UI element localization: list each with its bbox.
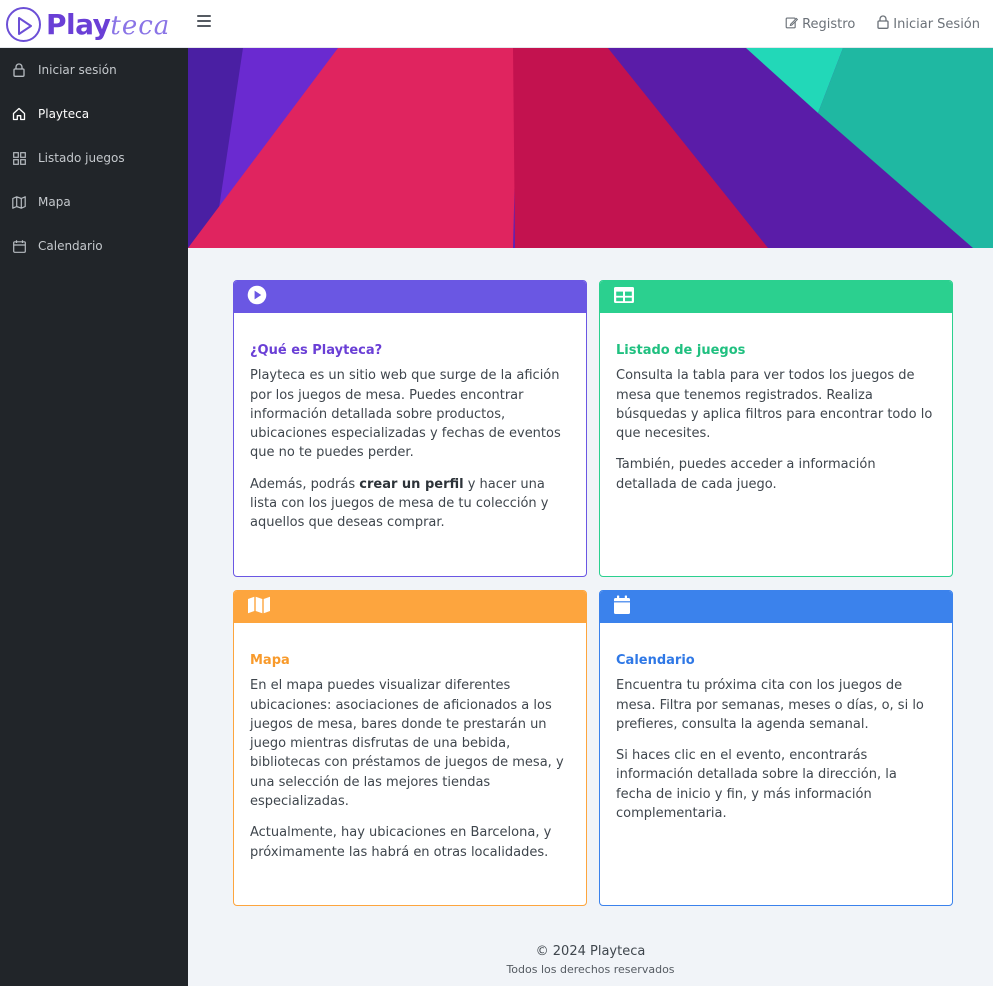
map-card: Mapa En el mapa puedes visualizar difere… (233, 590, 587, 906)
register-link[interactable]: Registro (785, 15, 855, 33)
about-card: ¿Qué es Playteca? Playteca es un sitio w… (233, 280, 587, 577)
card-title: Listado de juegos (616, 343, 746, 358)
sidebar-item-label: Mapa (38, 195, 71, 209)
login-label: Iniciar Sesión (893, 16, 980, 32)
card-text: Playteca es un sitio web que surge de la… (250, 368, 561, 461)
create-profile-emphasis: crear un perfil (359, 476, 464, 492)
map-icon (12, 195, 26, 209)
card-header (234, 281, 586, 313)
footer: © 2024 Playteca Todos los derechos reser… (188, 944, 993, 976)
sidebar-item-listado-juegos[interactable]: Listado juegos (0, 136, 188, 180)
calendar-card: Calendario Encuentra tu próxima cita con… (599, 590, 953, 906)
sidebar-item-label: Listado juegos (38, 151, 125, 165)
edit-icon (785, 16, 799, 33)
footer-rights: Todos los derechos reservados (506, 963, 675, 976)
card-text: Si haces clic en el evento, encontrarás … (616, 748, 897, 822)
card-text: Actualmente, hay ubicaciones en Barcelon… (250, 825, 552, 860)
card-header (600, 281, 952, 313)
sidebar: Iniciar sesión Playteca Listado juegos M… (0, 48, 188, 986)
calendar-icon (613, 595, 631, 619)
card-header (234, 591, 586, 623)
play-circle-icon (6, 6, 41, 42)
card-text: También, puedes acceder a información de… (616, 457, 876, 492)
card-text: Encuentra tu próxima cita con los juegos… (616, 678, 924, 732)
lock-icon (877, 15, 889, 33)
card-header (600, 591, 952, 623)
map-icon (247, 596, 271, 618)
hero-banner (188, 48, 993, 248)
logo-text: Playteca (46, 7, 171, 41)
menu-toggle-button[interactable] (197, 15, 211, 29)
card-text: Consulta la tabla para ver todos los jue… (616, 368, 933, 442)
grid-icon (12, 151, 26, 165)
footer-copyright: © 2024 Playteca (535, 944, 646, 959)
sidebar-item-label: Calendario (38, 239, 103, 253)
lock-icon (12, 63, 26, 77)
register-label: Registro (802, 16, 856, 32)
sidebar-item-label: Iniciar sesión (38, 63, 117, 77)
sidebar-item-mapa[interactable]: Mapa (0, 180, 188, 224)
card-title: Calendario (616, 653, 695, 668)
table-icon (613, 286, 635, 308)
games-card: Listado de juegos Consulta la tabla para… (599, 280, 953, 577)
sidebar-item-playteca[interactable]: Playteca (0, 92, 188, 136)
sidebar-item-label: Playteca (38, 107, 90, 121)
sidebar-item-login[interactable]: Iniciar sesión (0, 48, 188, 92)
sidebar-item-calendario[interactable]: Calendario (0, 224, 188, 268)
header-links: Registro Iniciar Sesión (785, 15, 980, 33)
login-link[interactable]: Iniciar Sesión (877, 15, 980, 33)
home-icon (12, 107, 26, 121)
card-text: Además, podrás crear un perfil y hacer u… (250, 476, 549, 531)
card-title: Mapa (250, 653, 290, 668)
top-navbar: Playteca Registro Iniciar Sesión (0, 0, 993, 48)
card-text: En el mapa puedes visualizar diferentes … (250, 678, 564, 810)
play-circle-icon (247, 285, 267, 309)
card-title: ¿Qué es Playteca? (250, 343, 383, 358)
calendar-icon (12, 239, 26, 253)
app-logo[interactable]: Playteca (6, 6, 170, 42)
